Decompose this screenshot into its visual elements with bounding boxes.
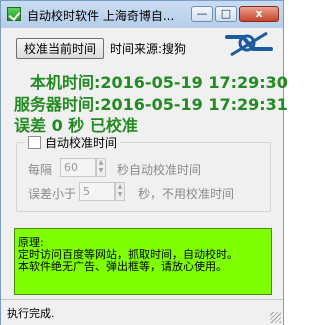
auto-calibrate-legend: 自动校准时间 [25,134,121,151]
title-bar[interactable]: 自动校时软件 上海奇博自... — □ x [1,1,283,28]
app-icon [7,7,21,21]
auto-calibrate-label: 自动校准时间 [45,136,118,150]
calibrate-now-button[interactable]: 校准当前时间 [16,38,104,59]
time-source-label: 时间来源:搜狗 [110,42,187,56]
resize-grip-icon[interactable] [270,312,281,323]
status-text: 执行完成. [7,307,55,320]
local-time-label: 本机时间:2016-05-19 17:29:30 [30,73,288,92]
app-window: 自动校时软件 上海奇博自... — □ x 校准当前时间 时间来源:搜狗 本机时… [0,0,288,325]
interval-input[interactable]: 60 [60,158,96,177]
error-threshold-input[interactable]: 5 [79,182,115,201]
window-title: 自动校时软件 上海奇博自... [27,9,175,23]
interval-label: 每隔 [28,163,53,177]
close-button[interactable]: x [239,6,279,22]
error-status-label: 误差 0 秒 已校准 [14,116,138,135]
error-threshold-spinner[interactable]: ▲ ▼ [115,182,125,201]
error-threshold-suffix-label: 秒，不用校准时间 [138,187,235,201]
note-line-2: 本软件绝无广告、弹出框等，请放心使用。 [18,260,227,273]
interval-suffix-label: 秒自动校准时间 [117,163,202,177]
logo-icon [225,31,273,57]
auto-calibrate-checkbox[interactable] [28,136,41,149]
maximize-button[interactable]: □ [215,6,237,22]
status-bar: 执行完成. [1,299,283,325]
note-box: 原理: 定时访问百度等网站，抓取时间，自动校时。 本软件绝无广告、弹出框等，请放… [14,228,272,295]
error-threshold-label: 误差小于 [28,187,77,201]
minimize-button[interactable]: — [191,6,213,22]
interval-spinner[interactable]: ▲ ▼ [96,158,106,177]
